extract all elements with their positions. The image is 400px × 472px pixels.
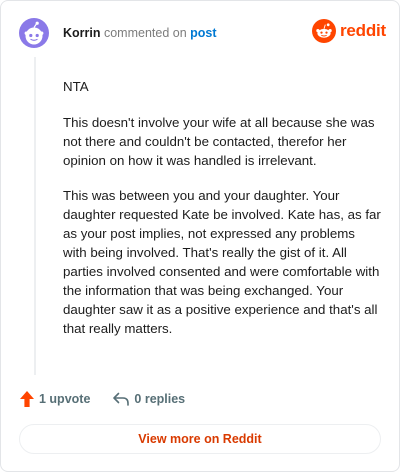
comment-header: Korrin commented on post bbox=[63, 26, 217, 40]
reply-arrow-icon bbox=[113, 392, 130, 406]
comment-paragraph: This doesn't involve your wife at all be… bbox=[63, 115, 375, 168]
thread-line bbox=[34, 57, 36, 375]
comment-embed-card: Korrin commented on post reddit NTA This… bbox=[0, 0, 400, 472]
reddit-logo-icon bbox=[312, 19, 336, 43]
username-link[interactable]: Korrin bbox=[63, 26, 101, 40]
comment-paragraph: NTA bbox=[63, 79, 89, 94]
avatar-icon[interactable] bbox=[19, 18, 49, 48]
reddit-brand[interactable]: reddit bbox=[312, 19, 386, 43]
replies-button[interactable]: 0 replies bbox=[112, 391, 185, 407]
upvote-count: 1 upvote bbox=[39, 392, 91, 406]
comment-body: NTA This doesn't involve your wife at al… bbox=[63, 77, 381, 354]
upvote-arrow-icon bbox=[20, 391, 34, 407]
upvote-button[interactable]: 1 upvote bbox=[19, 390, 90, 408]
comment-paragraph: This was between you and your daughter. … bbox=[63, 188, 381, 336]
reply-count: 0 replies bbox=[134, 392, 186, 406]
commented-on-label: commented on bbox=[103, 26, 187, 40]
post-link[interactable]: post bbox=[190, 26, 216, 40]
view-more-on-reddit-button[interactable]: View more on Reddit bbox=[19, 424, 381, 454]
comment-actions: 1 upvote 0 replies bbox=[19, 390, 185, 408]
reddit-wordmark: reddit bbox=[340, 21, 387, 40]
